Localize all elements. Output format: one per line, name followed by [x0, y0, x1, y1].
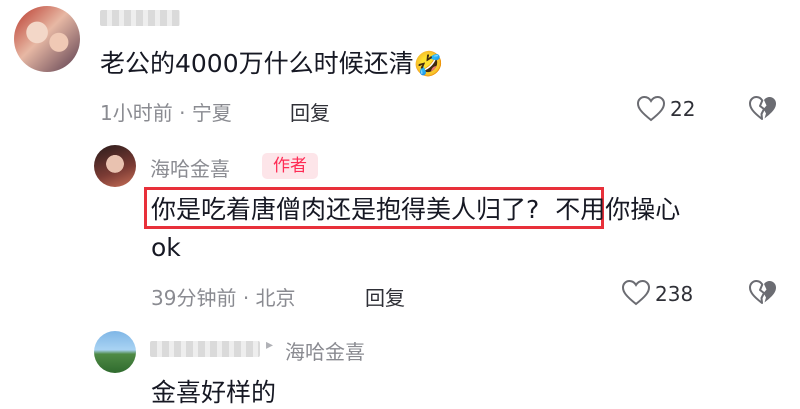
meta-separator: ·: [242, 286, 250, 310]
meta-separator: ·: [179, 101, 186, 125]
like-count: 238: [655, 282, 694, 306]
comment-text: 老公的4000万什么时候还清🤣: [100, 44, 444, 80]
reply-to-name[interactable]: 海哈金喜: [285, 336, 365, 365]
comment-text: 金喜好样的: [151, 378, 277, 407]
comment-text-body: 老公的4000万什么时候还清: [100, 49, 414, 78]
comment-text-rest: 不用你操心: [555, 195, 681, 224]
avatar[interactable]: [14, 6, 80, 72]
reply-arrow-icon: ▸: [266, 337, 274, 353]
laughing-emoji-icon: 🤣: [413, 50, 444, 78]
comment-text-line2: ok: [151, 233, 181, 262]
comment-location: 宁夏: [191, 101, 232, 125]
comment-meta: 39分钟前 · 北京: [151, 282, 296, 311]
comment-time: 39分钟前: [151, 286, 237, 310]
avatar[interactable]: [94, 331, 136, 373]
comment-meta: 1小时前 · 宁夏: [100, 97, 232, 126]
reply-button[interactable]: 回复: [365, 282, 405, 311]
comment-text: 你是吃着唐僧肉还是抱得美人归了? 不用你操心: [151, 190, 680, 226]
heart-outline-icon[interactable]: [636, 95, 666, 126]
comment-location: 北京: [255, 286, 296, 310]
author-name[interactable]: 海哈金喜: [150, 153, 230, 182]
masked-username: [150, 341, 260, 357]
avatar[interactable]: [94, 145, 136, 187]
broken-heart-icon[interactable]: [749, 280, 777, 310]
reply-button[interactable]: 回复: [290, 97, 330, 126]
comment-time: 1小时前: [100, 101, 173, 125]
highlighted-text: 你是吃着唐僧肉还是抱得美人归了?: [151, 195, 540, 224]
masked-username: [100, 10, 180, 26]
heart-outline-icon[interactable]: [621, 279, 651, 310]
like-count: 22: [670, 97, 696, 121]
broken-heart-icon[interactable]: [749, 96, 777, 126]
author-badge: 作者: [262, 153, 318, 179]
